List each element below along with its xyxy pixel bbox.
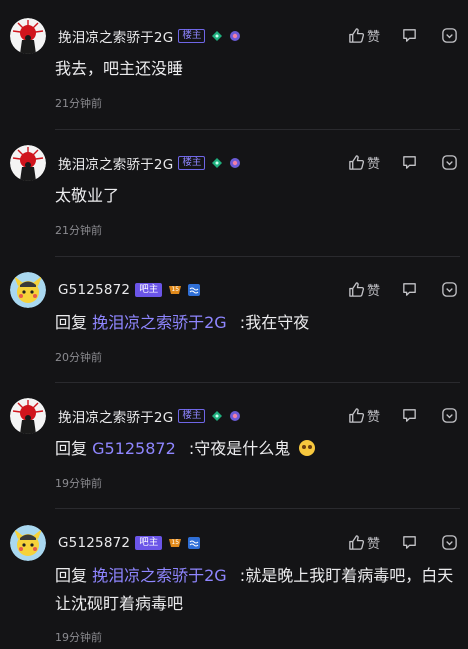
chevron-down-icon bbox=[442, 282, 457, 297]
comment-item: 挽泪凉之索骄于2G 楼主 赞 回复 G5125872 :守夜是什么鬼 19分钟前 bbox=[0, 398, 468, 508]
like-button[interactable]: 赞 bbox=[348, 26, 380, 45]
medal-icon bbox=[230, 158, 241, 168]
diamond-level-icon bbox=[212, 411, 223, 421]
comment-text: 太敬业了 bbox=[55, 186, 120, 205]
reply-mention-link[interactable]: G5125872 bbox=[92, 439, 176, 458]
reply-button[interactable] bbox=[401, 27, 418, 44]
comment-text: :我在守夜 bbox=[239, 313, 310, 332]
user-avatar[interactable] bbox=[10, 525, 46, 561]
medal-icon bbox=[230, 31, 241, 41]
flag-avatar-icon bbox=[10, 145, 46, 181]
like-label: 赞 bbox=[366, 537, 380, 552]
level-badge-icon: 15 bbox=[168, 284, 182, 296]
like-button[interactable]: 赞 bbox=[348, 533, 380, 552]
divider bbox=[55, 508, 460, 509]
chevron-down-icon bbox=[442, 535, 457, 550]
comment-body: 回复 挽泪凉之索骄于2G :我在守夜 bbox=[55, 309, 456, 337]
wave-icon bbox=[188, 284, 201, 296]
thumbs-up-icon bbox=[349, 408, 365, 423]
emoji-icon bbox=[299, 440, 316, 456]
timestamp: 21分钟前 bbox=[55, 97, 102, 110]
reply-button[interactable] bbox=[401, 154, 418, 171]
user-avatar[interactable] bbox=[10, 398, 46, 434]
thread-host-badge: 楼主 bbox=[178, 156, 206, 170]
reply-word: 回复 bbox=[55, 439, 88, 458]
like-button[interactable]: 赞 bbox=[348, 153, 380, 172]
like-button[interactable]: 赞 bbox=[348, 280, 380, 299]
thumbs-up-icon bbox=[349, 282, 365, 297]
comment-feed: 挽泪凉之索骄于2G 楼主 赞 我去，吧主还没睡 21分钟前 挽泪凉之索骄于2G … bbox=[0, 0, 468, 649]
diamond-level-icon bbox=[212, 158, 223, 168]
comment-text: :守夜是什么鬼 bbox=[188, 439, 291, 458]
chevron-down-icon bbox=[442, 28, 457, 43]
more-options-button[interactable] bbox=[441, 534, 458, 551]
chevron-down-icon bbox=[442, 155, 457, 170]
divider bbox=[55, 129, 460, 130]
user-avatar[interactable] bbox=[10, 145, 46, 181]
like-label: 赞 bbox=[366, 157, 380, 172]
thumbs-up-icon bbox=[349, 155, 365, 170]
thread-host-badge: 楼主 bbox=[178, 29, 206, 43]
flag-avatar-icon bbox=[10, 398, 46, 434]
thread-host-badge: 楼主 bbox=[178, 409, 206, 423]
reply-mention-link[interactable]: 挽泪凉之索骄于2G bbox=[92, 313, 227, 332]
reply-button[interactable] bbox=[401, 534, 418, 551]
comment-body: 回复 G5125872 :守夜是什么鬼 bbox=[55, 435, 456, 463]
like-label: 赞 bbox=[366, 284, 380, 299]
comment-bubble-icon bbox=[403, 29, 416, 42]
username[interactable]: G5125872 bbox=[58, 535, 130, 551]
reply-mention-link[interactable]: 挽泪凉之索骄于2G bbox=[92, 566, 227, 585]
reply-word: 回复 bbox=[55, 566, 88, 585]
reply-button[interactable] bbox=[401, 407, 418, 424]
reply-word: 回复 bbox=[55, 313, 88, 332]
bar-owner-badge: 吧主 bbox=[135, 536, 163, 550]
like-button[interactable]: 赞 bbox=[348, 406, 380, 425]
comment-item: G5125872 吧主 15 赞 回复 挽泪凉之索骄于2G :我在守夜 20分钟… bbox=[0, 272, 468, 382]
divider bbox=[55, 256, 460, 257]
medal-icon bbox=[230, 411, 241, 421]
more-options-button[interactable] bbox=[441, 281, 458, 298]
diamond-level-icon bbox=[212, 31, 223, 41]
level-number: 15 bbox=[171, 539, 180, 546]
more-options-button[interactable] bbox=[441, 407, 458, 424]
comment-body: 回复 挽泪凉之索骄于2G :就是晚上我盯着病毒吧，白天让沈砚盯着病毒吧 bbox=[55, 562, 456, 618]
comment-bubble-icon bbox=[403, 409, 416, 422]
username[interactable]: 挽泪凉之索骄于2G bbox=[58, 26, 173, 46]
comment-text: 我去，吧主还没睡 bbox=[55, 59, 184, 78]
level-number: 15 bbox=[171, 286, 180, 293]
timestamp: 19分钟前 bbox=[55, 477, 102, 490]
username[interactable]: G5125872 bbox=[58, 282, 130, 298]
username[interactable]: 挽泪凉之索骄于2G bbox=[58, 406, 173, 426]
like-label: 赞 bbox=[366, 410, 380, 425]
comment-item: 挽泪凉之索骄于2G 楼主 赞 我去，吧主还没睡 21分钟前 bbox=[0, 18, 468, 128]
reply-button[interactable] bbox=[401, 281, 418, 298]
comment-bubble-icon bbox=[403, 283, 416, 296]
timestamp: 19分钟前 bbox=[55, 631, 102, 644]
timestamp: 21分钟前 bbox=[55, 224, 102, 237]
divider bbox=[55, 382, 460, 383]
user-avatar[interactable] bbox=[10, 272, 46, 308]
comment-bubble-icon bbox=[403, 156, 416, 169]
timestamp: 20分钟前 bbox=[55, 351, 102, 364]
more-options-button[interactable] bbox=[441, 154, 458, 171]
cartoon-avatar-icon bbox=[10, 272, 46, 308]
cartoon-avatar-icon bbox=[10, 525, 46, 561]
username[interactable]: 挽泪凉之索骄于2G bbox=[58, 153, 173, 173]
user-avatar[interactable] bbox=[10, 18, 46, 54]
comment-item: 挽泪凉之索骄于2G 楼主 赞 太敬业了 21分钟前 bbox=[0, 145, 468, 255]
thumbs-up-icon bbox=[349, 28, 365, 43]
like-label: 赞 bbox=[366, 30, 380, 45]
thumbs-up-icon bbox=[349, 535, 365, 550]
comment-bubble-icon bbox=[403, 536, 416, 549]
level-badge-icon: 15 bbox=[168, 537, 182, 549]
wave-icon bbox=[188, 537, 201, 549]
more-options-button[interactable] bbox=[441, 27, 458, 44]
comment-item: G5125872 吧主 15 赞 回复 挽泪凉之索骄于2G :就是晚上我盯着病毒… bbox=[0, 525, 468, 649]
chevron-down-icon bbox=[442, 408, 457, 423]
bar-owner-badge: 吧主 bbox=[135, 283, 163, 297]
flag-avatar-icon bbox=[10, 18, 46, 54]
